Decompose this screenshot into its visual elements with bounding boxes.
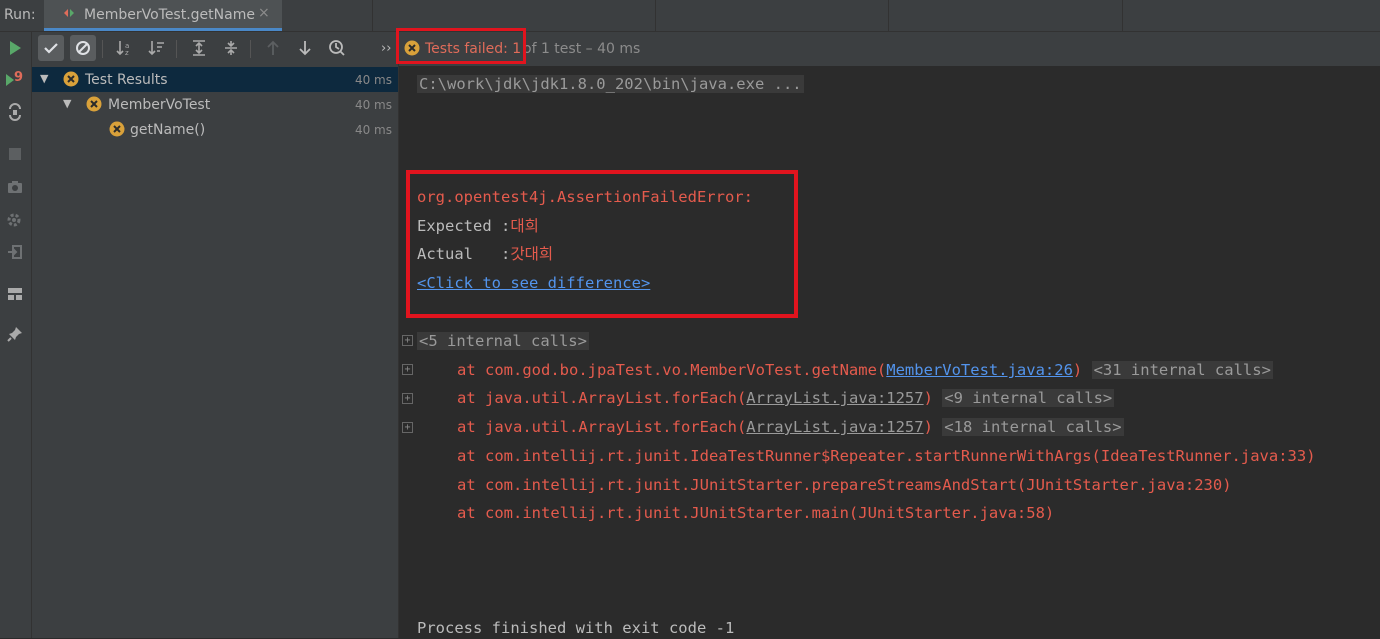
source-link[interactable]: MemberVoTest.java:26 [886,361,1073,379]
run-label: Run: [4,7,36,23]
tab-membervotest-getname[interactable]: MemberVoTest.getName × [44,0,282,31]
failed-test-icon [63,71,79,87]
sort-alpha-icon[interactable]: az [112,35,138,61]
chevron-down-icon[interactable]: ▼ [40,72,48,85]
history-icon[interactable] [324,35,350,61]
toggle-auto-test-icon[interactable] [5,102,25,122]
internal-calls-fold[interactable]: <18 internal calls> [942,418,1124,436]
duration-label: 40 ms [354,98,392,112]
expand-icon[interactable]: + [402,393,413,404]
internal-calls-fold[interactable]: <5 internal calls> [417,332,589,350]
internal-calls-fold[interactable]: <31 internal calls> [1091,361,1273,379]
duration-label: 40 ms [354,73,392,87]
next-failed-icon[interactable] [292,35,318,61]
layout-icon[interactable] [5,284,25,304]
test-runner-toolbar: az ›› [32,32,398,66]
rerun-failed-icon[interactable]: 9 [5,70,25,90]
process-exit-line: Process finished with exit code -1 [417,619,735,637]
stack-trace-line: at com.intellij.rt.junit.IdeaTestRunner$… [457,447,1316,465]
sort-duration-icon[interactable] [144,35,170,61]
stack-trace-line: at com.intellij.rt.junit.JUnitStarter.pr… [457,476,1232,494]
exit-icon[interactable] [5,242,25,262]
svg-text:z: z [125,49,129,56]
source-link[interactable]: ArrayList.java:1257 [746,389,923,407]
annotation-highlight-box [406,170,798,318]
toolbar-separator [176,40,177,58]
expand-icon[interactable]: + [402,335,413,346]
stop-icon[interactable] [5,144,25,164]
failed-test-icon [86,96,102,112]
divider [655,0,656,31]
divider [888,0,889,31]
stack-trace-line: at com.intellij.rt.junit.JUnitStarter.ma… [457,504,1055,522]
trace-text: at java.util.ArrayList.forEach( [457,418,747,436]
settings-icon[interactable] [5,210,25,230]
stack-trace-line: at java.util.ArrayList.forEach(ArrayList… [457,387,1115,409]
tree-item-label: getName() [130,122,206,138]
close-icon[interactable]: × [258,5,270,21]
internal-calls-line: <5 internal calls> [417,330,589,352]
divider [372,0,373,31]
show-passed-icon[interactable] [38,35,64,61]
expand-all-icon[interactable] [186,35,212,61]
pin-icon[interactable] [5,324,25,344]
run-actions-toolbar: 9 [0,32,32,638]
more-actions-button[interactable]: ›› [381,41,391,56]
source-link[interactable]: ArrayList.java:1257 [746,418,923,436]
annotation-highlight-box [396,28,526,64]
tests-summary-label: of 1 test – 40 ms [523,41,641,57]
run-icon[interactable] [5,38,25,58]
internal-calls-fold[interactable]: <9 internal calls> [942,389,1115,407]
java-command: C:\work\jdk\jdk1.8.0_202\bin\java.exe ..… [417,75,804,93]
test-config-icon [64,9,74,17]
test-results-tree: ▼ Test Results 40 ms ▼ MemberVoTest 40 m… [32,66,398,638]
stack-trace-line: at com.god.bo.jpaTest.vo.MemberVoTest.ge… [457,359,1273,381]
show-ignored-icon[interactable] [70,35,96,61]
expand-icon[interactable]: + [402,422,413,433]
tree-item-test-results[interactable]: ▼ Test Results 40 ms [32,67,398,92]
expand-icon[interactable]: + [402,364,413,375]
rerun-failed-badge: 9 [14,70,24,85]
toolbar-separator [250,40,251,58]
toolbar-separator [102,40,103,58]
collapse-all-icon[interactable] [218,35,244,61]
console-output: C:\work\jdk\jdk1.8.0_202\bin\java.exe ..… [399,66,1380,638]
tab-label: MemberVoTest.getName [84,7,255,23]
tree-item-label: MemberVoTest [108,97,211,113]
trace-text: at java.util.ArrayList.forEach( [457,389,747,407]
trace-text: at com.god.bo.jpaTest.vo.MemberVoTest.ge… [457,361,887,379]
tree-item-membervotest[interactable]: ▼ MemberVoTest 40 ms [32,92,398,117]
test-status-bar: Tests failed: 1 of 1 test – 40 ms [396,28,1380,67]
console-command-line: C:\work\jdk\jdk1.8.0_202\bin\java.exe ..… [417,73,804,95]
divider [1122,0,1123,31]
stack-trace-line: at java.util.ArrayList.forEach(ArrayList… [457,416,1124,438]
previous-failed-icon[interactable] [260,35,286,61]
camera-icon[interactable] [5,177,25,197]
trace-text: ) [923,389,933,407]
run-tool-window-header: Run: MemberVoTest.getName × [0,0,1380,32]
trace-text: ) [1072,361,1083,379]
tree-item-getname[interactable]: getName() 40 ms [32,117,398,142]
chevron-down-icon[interactable]: ▼ [63,97,71,110]
trace-text: ) [923,418,933,436]
duration-label: 40 ms [354,123,392,137]
failed-test-icon [109,121,125,137]
tree-item-label: Test Results [85,72,168,88]
